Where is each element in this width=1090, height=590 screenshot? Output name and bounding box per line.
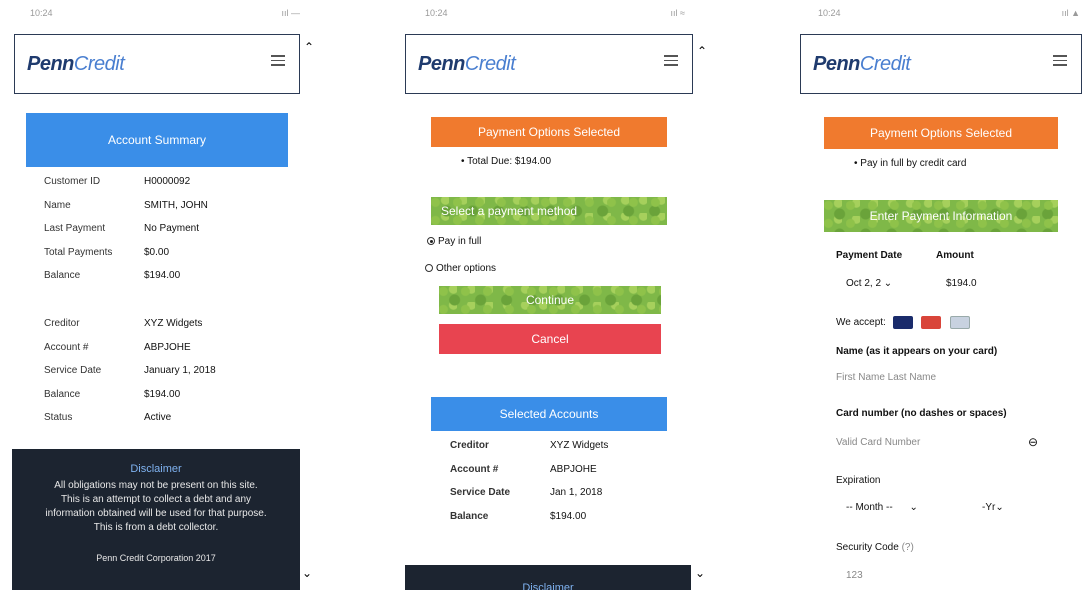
mastercard-icon [921, 316, 942, 329]
table-row: Total Payments $0.00 [44, 246, 170, 258]
table-row: Service Date January 1, 2018 [44, 365, 216, 377]
table-row: Customer ID H0000092 [44, 176, 191, 188]
chevron-down-icon: ⌄ [909, 502, 918, 513]
disclaimer-text: All obligations may not be present on th… [54, 480, 258, 491]
total-due: • Total Due: $194.00 [461, 156, 552, 167]
app-header: PennCredit [405, 34, 693, 94]
chevron-down-icon: ⌄ [995, 502, 1004, 513]
chevron-down-icon: ⌄ [883, 278, 893, 289]
amount-label: Amount [936, 250, 974, 261]
status-time: 10:24 [818, 8, 841, 18]
disclaimer-text: This is from a debt collector. [93, 522, 219, 533]
signal-icon: ııl ▲ [1061, 8, 1080, 18]
status-bar: 10:24 ııl ▲ [818, 0, 1080, 30]
hamburger-menu-icon[interactable] [664, 55, 678, 67]
selected-accounts-table: Creditor XYZ Widgets Account # ABPJOHE Ser… [450, 434, 670, 528]
security-code-input[interactable]: 123 [846, 570, 863, 581]
penn-credit-logo[interactable]: PennCredit [418, 53, 516, 76]
table-row: Last Payment No Payment [44, 223, 200, 235]
app-header: PennCredit [14, 34, 300, 94]
table-row: Balance $194.00 [44, 388, 181, 400]
penn-credit-logo[interactable]: PennCredit [813, 53, 911, 76]
disclaimer-text: This is an attempt to collect a debt and… [60, 494, 252, 505]
chevron-down-icon[interactable]: ⌄ [695, 566, 705, 580]
disclaimer-panel: Disclaimer [405, 565, 691, 590]
status-time: 10:24 [425, 8, 448, 18]
name-input[interactable]: First Name Last Name [836, 372, 1076, 383]
enter-payment-information-button[interactable]: Enter Payment Information [824, 200, 1058, 232]
card-number-label: Card number (no dashes or spaces) [836, 408, 1007, 419]
table-row: Service Date Jan 1, 2018 [450, 487, 603, 499]
amex-card-icon [950, 316, 971, 329]
continue-button[interactable]: Continue [439, 286, 661, 314]
payment-options-selected-button[interactable]: Payment Options Selected [824, 117, 1058, 149]
select-payment-method-button[interactable]: Select a payment method [431, 197, 667, 225]
account-summary-button[interactable]: Account Summary [26, 113, 288, 167]
disclaimer-title[interactable]: Disclaimer [12, 463, 300, 475]
table-row: Account # ABPJOHE [44, 341, 191, 353]
account-table: Creditor XYZ Widgets Account # ABPJOHE Ser… [44, 312, 284, 430]
name-label: Name (as it appears on your card) [836, 346, 998, 357]
table-row: Creditor XYZ Widgets [44, 318, 203, 330]
year-select[interactable]: -Yr⌄ [982, 502, 1004, 513]
table-row: Balance $194.00 [44, 270, 181, 282]
chevron-up-icon[interactable]: ⌃ [697, 44, 707, 58]
chevron-down-icon[interactable]: ⌄ [302, 566, 312, 580]
table-row: Creditor XYZ Widgets [450, 440, 609, 452]
table-row: Name SMITH, JOHN [44, 199, 208, 211]
signal-icon: ııl — [281, 8, 300, 18]
cancel-button[interactable]: Cancel [439, 324, 661, 354]
disclaimer-title[interactable]: Disclaimer [405, 582, 691, 590]
help-icon[interactable]: (?) [902, 542, 914, 553]
radio-other-options[interactable]: Other options [425, 263, 496, 274]
table-row: Balance $194.00 [450, 510, 587, 522]
disclaimer-text: information obtained will be used for th… [45, 508, 267, 519]
phone-panel-payment-method: 10:24 ııl ≈ PennCredit ⌃ Payment Options… [395, 0, 715, 590]
phone-panel-account-summary: 10:24 ııl — PennCredit ⌃ Account Summary… [0, 0, 330, 590]
payment-date-label: Payment Date [836, 250, 903, 261]
table-row: Account # ABPJOHE [450, 463, 597, 475]
selected-accounts-button[interactable]: Selected Accounts [431, 397, 667, 431]
card-number-input[interactable]: Valid Card Number [836, 437, 1046, 448]
chevron-up-icon[interactable]: ⌃ [304, 40, 314, 54]
app-header: PennCredit [800, 34, 1082, 94]
status-time: 10:24 [30, 8, 53, 18]
disclaimer-panel: Disclaimer All obligations may not be pr… [12, 449, 300, 590]
radio-unselected-icon[interactable] [425, 264, 433, 273]
penn-credit-logo[interactable]: PennCredit [27, 53, 125, 76]
expiration-label: Expiration [836, 475, 881, 486]
summary-table: Customer ID H0000092 Name SMITH, JOHN Last… [44, 170, 284, 288]
security-code-label: Security Code (?) [836, 542, 914, 553]
payment-date-select[interactable]: Oct 2, 2 ⌄ [846, 278, 892, 289]
amount-value: $194.0 [946, 278, 977, 289]
payment-options-selected-button[interactable]: Payment Options Selected [431, 117, 667, 147]
copyright: Penn Credit Corporation 2017 [96, 553, 216, 563]
hamburger-menu-icon[interactable] [271, 55, 285, 67]
visa-card-icon [892, 316, 913, 329]
pay-in-full-note: • Pay in full by credit card [854, 158, 967, 169]
radio-selected-icon[interactable] [427, 237, 435, 246]
phone-panel-payment-info: 10:24 ııl ▲ PennCredit Payment Options S… [790, 0, 1090, 590]
signal-icon: ııl ≈ [670, 8, 685, 18]
accepted-cards: We accept: [836, 316, 976, 329]
status-bar: 10:24 ııl ≈ [425, 0, 685, 30]
card-scan-icon[interactable]: ⊖ [1028, 435, 1038, 449]
status-bar: 10:24 ııl — [30, 0, 300, 30]
radio-pay-in-full[interactable]: Pay in full [427, 236, 481, 247]
table-row: Status Active [44, 412, 172, 424]
hamburger-menu-icon[interactable] [1053, 55, 1067, 67]
month-select[interactable]: -- Month -- ⌄ [846, 502, 946, 513]
